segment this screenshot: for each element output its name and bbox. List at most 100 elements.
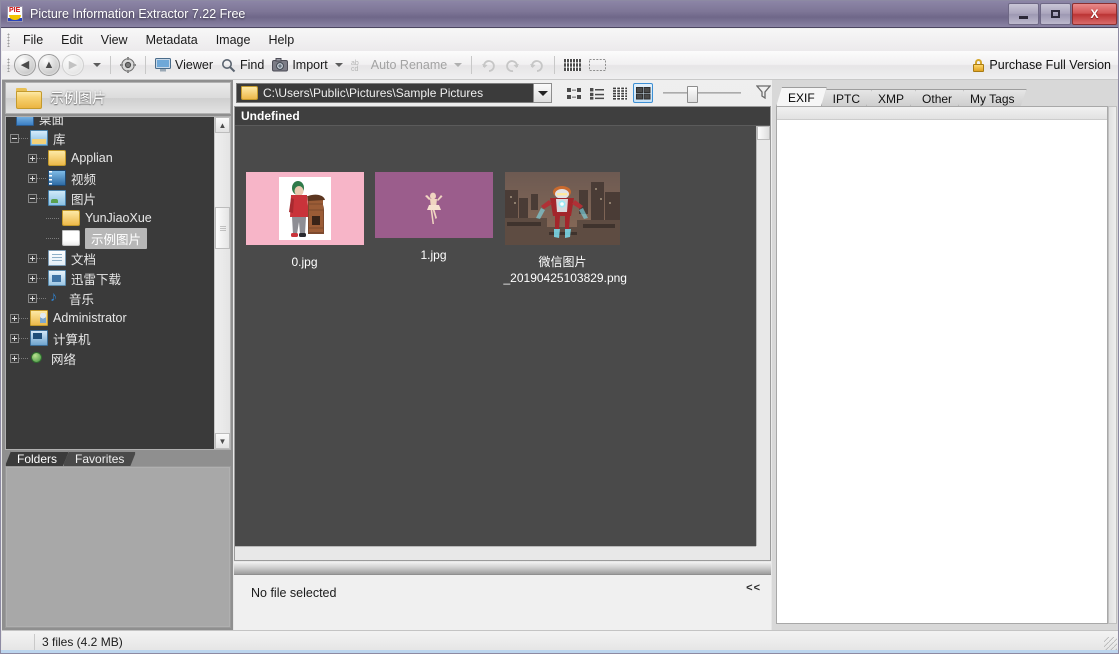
auto-rename-button: ab cd Auto Rename (347, 56, 466, 74)
slider-handle[interactable] (687, 86, 698, 103)
desktop-icon (16, 117, 34, 126)
tree-item-thunder-download[interactable]: 迅雷下载 (6, 268, 213, 288)
expand-toggle-icon[interactable] (28, 294, 37, 303)
close-button[interactable]: X (1072, 3, 1117, 25)
tree-item-administrator[interactable]: Administrator (6, 308, 213, 328)
window-bottom-accent (1, 650, 1119, 653)
network-icon (30, 351, 46, 365)
expand-toggle-icon[interactable] (28, 154, 37, 163)
scrollbar-thumb[interactable] (215, 207, 230, 249)
menu-drag-grip[interactable] (7, 33, 10, 47)
tab-folders[interactable]: Folders (5, 451, 69, 466)
file-item[interactable]: 微信图片_20190425103829.png (498, 172, 627, 286)
tree-item-network[interactable]: 网络 (6, 348, 213, 368)
find-button[interactable]: Find (217, 56, 268, 75)
import-button[interactable]: Import (268, 56, 346, 74)
collapse-button[interactable]: << (746, 582, 761, 594)
expand-toggle-icon[interactable] (10, 334, 19, 343)
maximize-button[interactable] (1040, 3, 1071, 25)
panel-splitter[interactable] (234, 562, 771, 575)
menu-bar: File Edit View Metadata Image Help (2, 29, 1119, 52)
menu-edit[interactable]: Edit (52, 31, 92, 49)
forward-icon: ▶ (62, 54, 84, 76)
tree-item-library[interactable]: 库 (6, 128, 213, 148)
viewer-label: Viewer (175, 58, 213, 72)
list-view-icon[interactable] (587, 83, 607, 103)
thumbnail-vertical-scrollbar[interactable] (756, 126, 770, 546)
tree-item-music[interactable]: 音乐 (6, 288, 213, 308)
thumbnail-horizontal-scrollbar[interactable] (235, 546, 756, 560)
minimize-button[interactable] (1008, 3, 1039, 25)
file-item[interactable]: 1.jpg (369, 172, 498, 263)
center-panel: C:\Users\Public\Pictures\Sample Pictures (234, 80, 771, 631)
tiles-view-icon[interactable] (564, 83, 584, 103)
tree-item-video[interactable]: 视频 (6, 168, 213, 188)
video-icon (48, 170, 66, 186)
menu-file[interactable]: File (14, 31, 52, 49)
tree-item-label: 图片 (71, 189, 96, 208)
tree-item-pictures[interactable]: 图片 (6, 188, 213, 208)
expand-toggle-icon[interactable] (28, 254, 37, 263)
collapse-toggle-icon[interactable] (10, 134, 19, 143)
history-dropdown-button[interactable] (86, 61, 105, 69)
thumbnail-panel[interactable]: Undefined (234, 106, 771, 561)
group-header: Undefined (235, 107, 770, 126)
tree-item-label: Administrator (53, 311, 127, 325)
tree-vertical-scrollbar[interactable]: ▲ ▼ (214, 117, 230, 449)
tab-my-tags[interactable]: My Tags (958, 89, 1026, 107)
file-item[interactable]: 0.jpg (240, 172, 369, 270)
tree-item-label: 桌面 (39, 117, 64, 128)
tab-other[interactable]: Other (910, 89, 964, 107)
address-toolbar: C:\Users\Public\Pictures\Sample Pictures (234, 81, 771, 105)
scroll-up-icon[interactable]: ▲ (215, 117, 230, 133)
filmstrip-icon[interactable] (560, 56, 585, 74)
tree-item-label: 网络 (51, 349, 76, 368)
expand-toggle-icon[interactable] (28, 274, 37, 283)
purchase-full-version-button[interactable]: Purchase Full Version (973, 58, 1111, 72)
address-value: C:\Users\Public\Pictures\Sample Pictures (263, 86, 483, 100)
filter-funnel-icon[interactable] (756, 84, 771, 102)
menu-help[interactable]: Help (259, 31, 303, 49)
status-icon-cell (2, 634, 34, 650)
up-icon[interactable]: ▲ (38, 54, 60, 76)
tab-favorites[interactable]: Favorites (63, 451, 136, 466)
rotate-left-icon (501, 56, 525, 75)
details-view-icon[interactable] (610, 83, 630, 103)
metadata-content (776, 106, 1108, 624)
expand-toggle-icon[interactable] (10, 354, 19, 363)
tab-iptc[interactable]: IPTC (821, 89, 872, 107)
tree-item-applian[interactable]: Applian (6, 148, 213, 168)
menu-image[interactable]: Image (207, 31, 260, 49)
address-dropdown-button[interactable] (533, 83, 552, 103)
scroll-down-icon[interactable]: ▼ (215, 433, 230, 449)
view-mode-group (564, 83, 653, 103)
tree-item-computer[interactable]: 计算机 (6, 328, 213, 348)
thumbnail-size-slider[interactable] (663, 83, 738, 103)
collapse-toggle-icon[interactable] (28, 194, 37, 203)
tab-xmp[interactable]: XMP (866, 89, 916, 107)
folder-icon (48, 150, 66, 166)
tree-item-sample-pictures[interactable]: 示例图片 (6, 228, 213, 248)
toolbar-drag-grip[interactable] (7, 58, 10, 72)
tree-item-documents[interactable]: 文档 (6, 248, 213, 268)
metadata-panel: EXIF IPTC XMP Other My Tags (772, 80, 1119, 631)
tree-item-label: 文档 (71, 249, 96, 268)
thumbnail-view-icon[interactable] (633, 83, 653, 103)
back-icon[interactable]: ◀ (14, 54, 36, 76)
metadata-vertical-scrollbar[interactable] (1108, 106, 1117, 624)
expand-toggle-icon[interactable] (28, 174, 37, 183)
scrollbar-thumb[interactable] (757, 126, 770, 140)
folder-tree[interactable]: 桌面 库 Applian (5, 116, 231, 450)
tab-exif[interactable]: EXIF (776, 87, 827, 107)
gear-icon[interactable] (116, 55, 140, 75)
tree-item-desktop[interactable]: 桌面 (6, 117, 213, 128)
expand-toggle-icon[interactable] (10, 314, 19, 323)
resize-grip-icon[interactable] (1104, 637, 1117, 650)
menu-view[interactable]: View (92, 31, 137, 49)
thumb-detail-icon[interactable] (585, 56, 610, 74)
import-label: Import (292, 58, 327, 72)
tree-item-yunjiaoxue[interactable]: YunJiaoXue (6, 208, 213, 228)
viewer-button[interactable]: Viewer (151, 56, 217, 74)
menu-metadata[interactable]: Metadata (137, 31, 207, 49)
address-input[interactable]: C:\Users\Public\Pictures\Sample Pictures (236, 83, 534, 103)
